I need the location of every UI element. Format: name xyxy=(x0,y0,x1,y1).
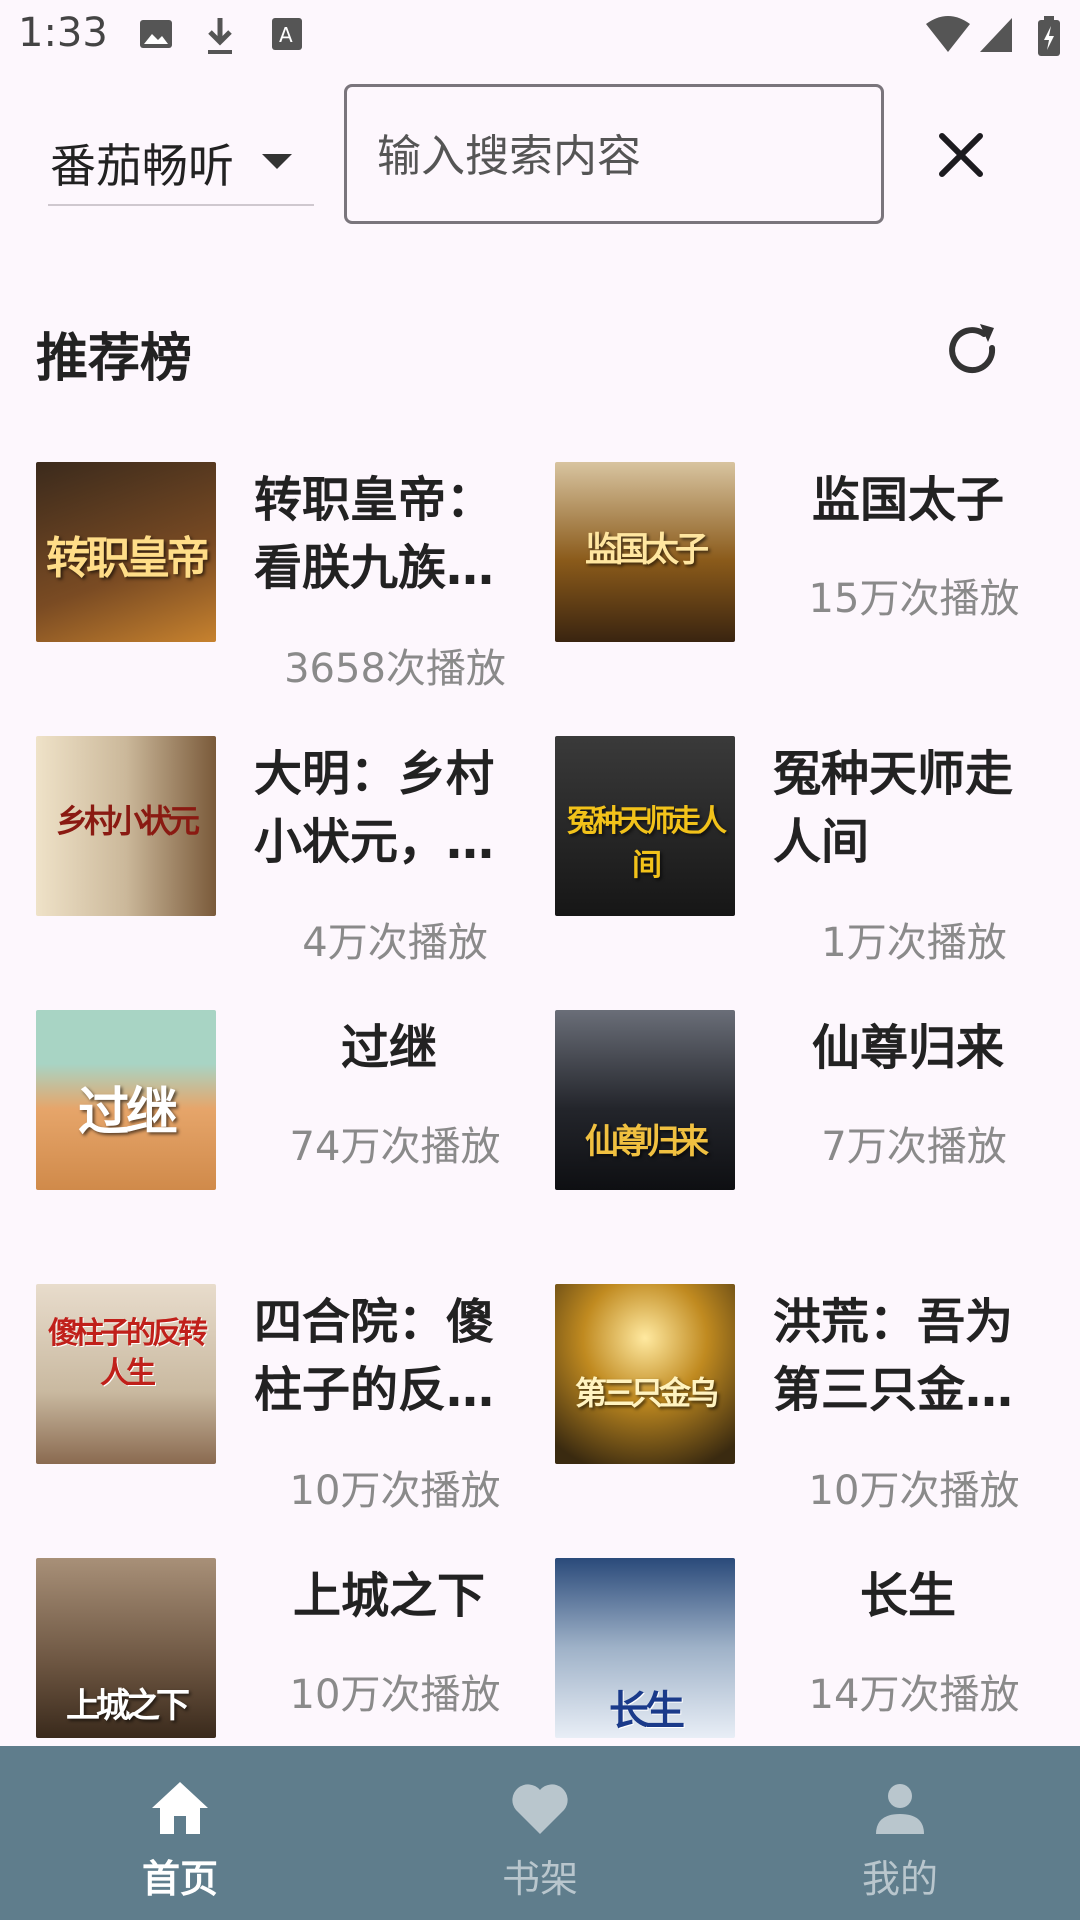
play-count: 10万次播放 xyxy=(289,1468,501,1514)
book-cover: 转职皇帝 xyxy=(36,462,216,642)
nav-item-home[interactable]: 首页 xyxy=(0,1746,360,1920)
book-cover: 仙尊归来 xyxy=(555,1010,735,1190)
book-cover: 第三只金乌 xyxy=(555,1284,735,1464)
cover-title: 冤种天师走人间 xyxy=(567,804,727,883)
book-title: 转职皇帝：看朕九族… xyxy=(254,472,495,596)
book-card[interactable]: 傻柱子的反转人生 四合院：傻柱子的反… 10万次播放 xyxy=(36,1284,536,1524)
image-notification-icon xyxy=(138,14,174,58)
play-count: 14万次播放 xyxy=(808,1672,1020,1718)
battery-icon xyxy=(1036,14,1062,62)
book-title: 洪荒：吾为第三只金… xyxy=(773,1294,1014,1418)
book-card[interactable]: 冤种天师走人间 冤种天师走人间 1万次播放 xyxy=(555,736,1055,976)
download-icon xyxy=(202,14,238,62)
cover-title: 仙尊归来 xyxy=(585,1122,709,1162)
book-cover: 监国太子 xyxy=(555,462,735,642)
book-card[interactable]: 过继 过继 74万次播放 xyxy=(36,1010,536,1250)
play-count: 1万次播放 xyxy=(821,920,1007,966)
cover-title: 过继 xyxy=(77,1083,178,1143)
nav-label-profile: 我的 xyxy=(861,1857,938,1901)
nav-label-bookshelf: 书架 xyxy=(501,1857,578,1901)
home-icon xyxy=(152,1782,208,1834)
chevron-down-icon xyxy=(262,154,292,169)
refresh-icon xyxy=(949,324,996,374)
book-cover: 傻柱子的反转人生 xyxy=(36,1284,216,1464)
book-title: 四合院：傻柱子的反… xyxy=(254,1294,495,1418)
book-card[interactable]: 转职皇帝 转职皇帝：看朕九族… 3658次播放 xyxy=(36,462,536,702)
refresh-button[interactable] xyxy=(940,318,1004,382)
nav-label-home: 首页 xyxy=(141,1857,218,1901)
book-cover: 过继 xyxy=(36,1010,216,1190)
book-cover: 长生 xyxy=(555,1558,735,1738)
book-card[interactable]: 上城之下 上城之下 10万次播放 xyxy=(36,1558,536,1746)
book-title: 上城之下 xyxy=(292,1568,485,1624)
cover-title: 第三只金乌 xyxy=(574,1374,719,1412)
book-card[interactable]: 长生 长生 14万次播放 xyxy=(555,1558,1055,1746)
search-box[interactable] xyxy=(344,84,884,224)
book-card[interactable]: 监国太子 监国太子 15万次播放 xyxy=(555,462,1055,702)
cover-title: 傻柱子的反转人生 xyxy=(48,1316,208,1391)
book-cover: 乡村小状元 xyxy=(36,736,216,916)
play-count: 15万次播放 xyxy=(808,576,1020,622)
play-count: 74万次播放 xyxy=(289,1124,501,1170)
signal-icon xyxy=(978,14,1014,58)
play-count: 3658次播放 xyxy=(284,646,506,692)
play-count: 7万次播放 xyxy=(821,1124,1007,1170)
cover-title: 长生 xyxy=(609,1688,685,1734)
book-title: 长生 xyxy=(859,1568,956,1624)
cover-title: 乡村小状元 xyxy=(55,802,200,840)
status-time: 1:33 xyxy=(18,10,108,56)
book-title: 仙尊归来 xyxy=(811,1020,1004,1076)
cover-title: 转职皇帝 xyxy=(46,533,210,584)
wifi-icon xyxy=(924,14,972,58)
book-cover: 上城之下 xyxy=(36,1558,216,1738)
person-icon xyxy=(876,1784,924,1834)
play-count: 4万次播放 xyxy=(302,920,488,966)
section-title: 推荐榜 xyxy=(36,329,193,389)
search-input[interactable] xyxy=(375,123,859,189)
cover-title: 监国太子 xyxy=(585,530,709,570)
source-label: 番茄畅听 xyxy=(50,139,234,193)
play-count: 10万次播放 xyxy=(289,1672,501,1718)
book-title: 冤种天师走人间 xyxy=(773,746,1014,870)
book-title: 监国太子 xyxy=(811,472,1004,528)
book-card[interactable]: 第三只金乌 洪荒：吾为第三只金… 10万次播放 xyxy=(555,1284,1055,1524)
close-icon xyxy=(939,133,983,177)
book-card[interactable]: 乡村小状元 大明：乡村小状元，… 4万次播放 xyxy=(36,736,536,976)
heart-icon xyxy=(512,1784,568,1834)
cover-title: 上城之下 xyxy=(66,1686,190,1726)
nav-item-profile[interactable]: 我的 xyxy=(720,1746,1080,1920)
nav-item-bookshelf[interactable]: 书架 xyxy=(360,1746,720,1920)
svg-text:A: A xyxy=(279,23,293,47)
source-dropdown[interactable]: 番茄畅听 xyxy=(48,120,314,206)
bottom-navigation: 首页 书架 我的 xyxy=(0,1746,1080,1920)
font-notification-icon: A xyxy=(270,14,304,58)
status-bar: 1:33 A xyxy=(0,0,1080,72)
book-cover: 冤种天师走人间 xyxy=(555,736,735,916)
close-button[interactable] xyxy=(926,120,996,190)
play-count: 10万次播放 xyxy=(808,1468,1020,1514)
book-title: 过继 xyxy=(340,1020,437,1076)
book-grid: 转职皇帝 转职皇帝：看朕九族… 3658次播放 监国太子 监国太子 15万次播放… xyxy=(0,462,1080,1746)
book-card[interactable]: 仙尊归来 仙尊归来 7万次播放 xyxy=(555,1010,1055,1250)
book-title: 大明：乡村小状元，… xyxy=(254,746,495,870)
